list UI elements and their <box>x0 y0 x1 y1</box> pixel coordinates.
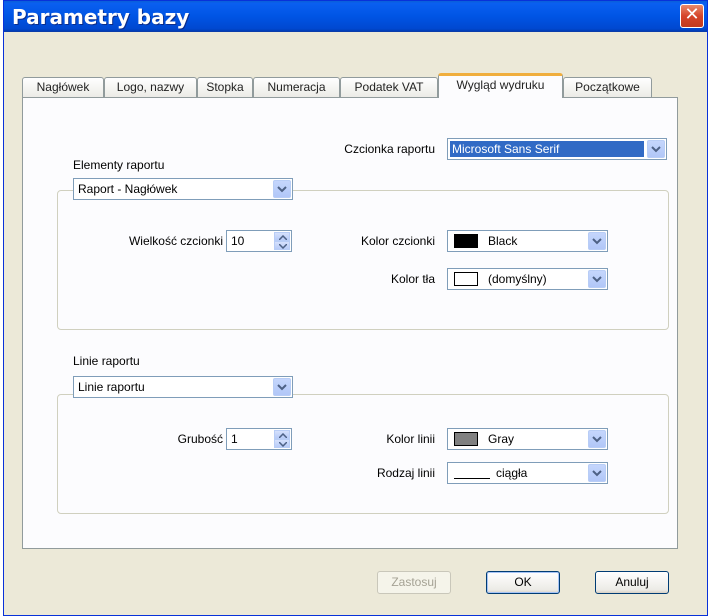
report-font-select[interactable]: Microsoft Sans Serif <box>447 138 667 160</box>
report-font-label: Czcionka raportu <box>344 142 435 156</box>
cancel-button[interactable]: Anuluj <box>595 571 669 594</box>
chevron-down-icon[interactable] <box>588 270 606 288</box>
lines-label: Linie raportu <box>73 354 140 368</box>
apply-button[interactable]: Zastosuj <box>377 571 451 594</box>
tab-numeracja[interactable]: Numeracja <box>253 77 340 97</box>
tab-logo-nazwy[interactable]: Logo, nazwy <box>104 77 197 97</box>
thickness-spinner[interactable]: 1 <box>226 428 292 450</box>
thickness-value: 1 <box>231 432 238 446</box>
lines-select[interactable]: Linie raportu <box>73 376 293 398</box>
font-size-value: 10 <box>231 234 245 248</box>
font-color-value: Black <box>488 234 518 248</box>
ok-button[interactable]: OK <box>486 571 560 594</box>
bg-color-label: Kolor tła <box>390 272 435 286</box>
line-color-select[interactable]: Gray <box>447 428 608 450</box>
lines-group <box>57 394 669 514</box>
chevron-down-icon[interactable] <box>588 464 606 482</box>
font-color-label: Kolor czcionki <box>360 234 435 248</box>
bg-color-value: (domyślny) <box>488 272 547 286</box>
chevron-down-icon[interactable] <box>588 430 606 448</box>
tab-podatek-vat[interactable]: Podatek VAT <box>340 77 438 97</box>
bg-color-swatch <box>454 272 478 286</box>
font-color-swatch <box>454 234 478 248</box>
elements-group <box>57 190 669 330</box>
chevron-down-icon[interactable] <box>647 140 665 158</box>
font-size-spinner[interactable]: 10 <box>226 230 292 252</box>
line-color-value: Gray <box>488 432 515 446</box>
tab-naglowek[interactable]: Nagłówek <box>22 77 104 97</box>
spin-up-button[interactable] <box>274 232 290 241</box>
tab-poczatkowe[interactable]: Początkowe <box>563 77 652 97</box>
bg-color-select[interactable]: (domyślny) <box>447 268 608 290</box>
line-type-select[interactable]: ciągła <box>447 462 608 484</box>
tab-wyglad-wydruku[interactable]: Wygląd wydruku <box>438 73 563 98</box>
line-type-label: Rodzaj linii <box>376 466 435 480</box>
close-icon: ✕ <box>684 4 700 25</box>
chevron-down-icon[interactable] <box>273 180 291 198</box>
tab-stopka[interactable]: Stopka <box>197 77 253 97</box>
lines-value: Linie raportu <box>78 380 145 394</box>
line-sample-icon <box>454 478 490 479</box>
line-color-swatch <box>454 432 478 446</box>
chevron-down-icon[interactable] <box>273 378 291 396</box>
spin-down-button[interactable] <box>274 439 290 448</box>
elements-select[interactable]: Raport - Nagłówek <box>73 178 293 200</box>
elements-value: Raport - Nagłówek <box>78 182 178 196</box>
report-font-value: Microsoft Sans Serif <box>450 141 644 157</box>
chevron-down-icon[interactable] <box>588 232 606 250</box>
close-button[interactable]: ✕ <box>680 4 704 28</box>
spin-up-button[interactable] <box>274 430 290 439</box>
thickness-label: Grubość <box>177 432 223 446</box>
line-color-label: Kolor linii <box>386 432 435 446</box>
tab-panel: Czcionka raportu Microsoft Sans Serif El… <box>22 97 678 549</box>
font-size-label: Wielkość czcionki <box>128 234 223 248</box>
dialog-window: Parametry bazy ✕ Nagłówek Logo, nazwy St… <box>3 0 708 616</box>
spin-down-button[interactable] <box>274 241 290 250</box>
line-type-value: ciągła <box>496 466 528 480</box>
font-color-select[interactable]: Black <box>447 230 608 252</box>
window-title: Parametry bazy <box>12 5 190 29</box>
title-bar[interactable]: Parametry bazy ✕ <box>4 1 707 32</box>
elements-label: Elementy raportu <box>73 158 165 172</box>
